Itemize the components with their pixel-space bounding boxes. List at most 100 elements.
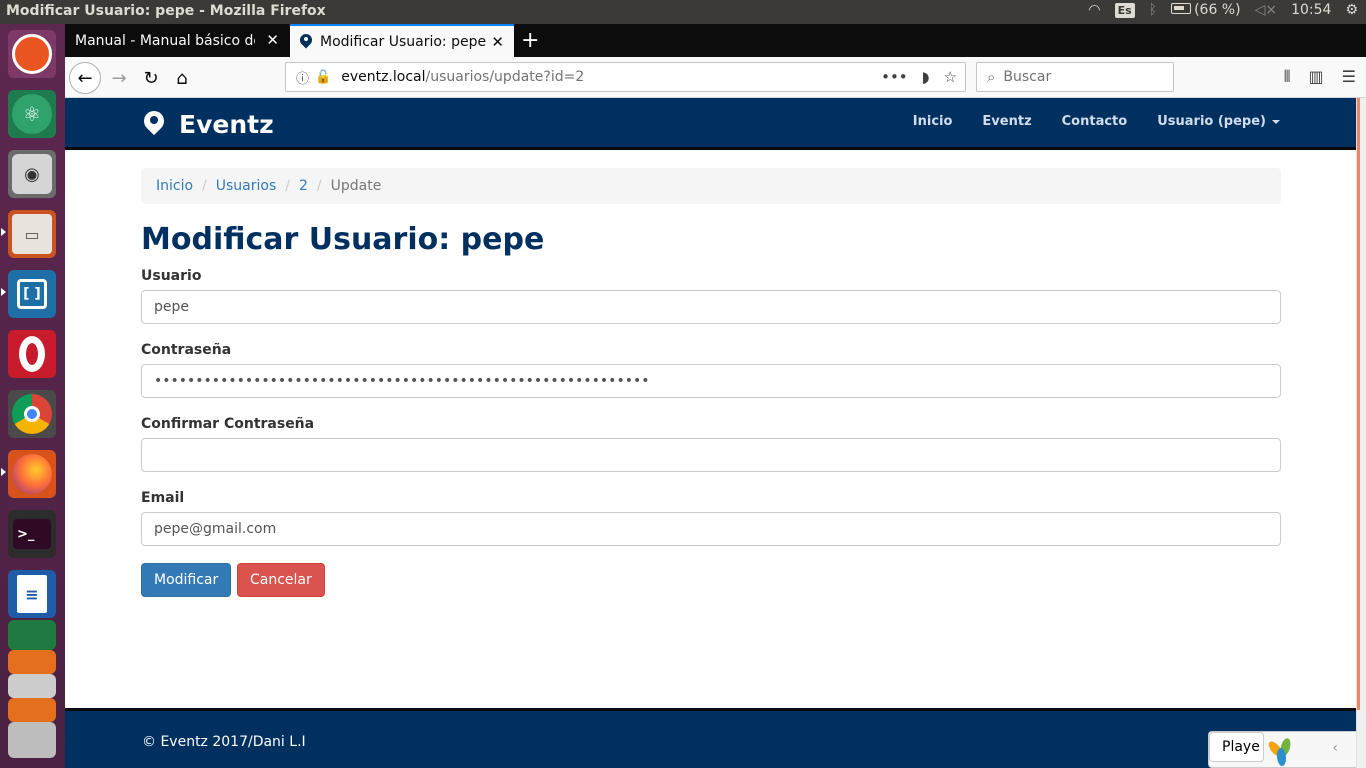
tab-label: Modificar Usuario: pepe — [320, 33, 487, 50]
unity-launcher: ⚛ ◉ ▭ [ ] >_ ≡ — [0, 24, 65, 768]
email-label: Email — [141, 490, 185, 506]
url-path: /usuarios/update?id=2 — [425, 69, 585, 85]
confirm-password-input[interactable] — [141, 438, 1281, 472]
bookmark-star-icon[interactable]: ☆ — [944, 68, 957, 86]
nav-link-eventz[interactable]: Eventz — [982, 114, 1031, 129]
yii-logo-icon[interactable] — [1266, 736, 1299, 767]
page-actions-button[interactable]: ••• — [881, 68, 908, 86]
nav-link-inicio[interactable]: Inicio — [913, 114, 953, 129]
browser-toolbar: ← → ↻ ⌂ ⓘ 🔓 eventz.local/usuarios/update… — [65, 57, 1366, 98]
password-label: Contraseña — [141, 342, 232, 358]
sidebar-icon[interactable]: ▥ — [1309, 67, 1324, 87]
battery-icon — [1171, 3, 1192, 14]
breadcrumb-separator: / — [202, 178, 207, 194]
camera-app-icon[interactable]: ◉ — [8, 150, 56, 198]
files-app-icon[interactable]: ▭ — [8, 210, 56, 258]
running-indicator — [1, 228, 6, 236]
opera-browser-icon[interactable] — [8, 330, 56, 378]
breadcrumb-usuarios[interactable]: Usuarios — [216, 178, 277, 194]
hamburger-menu-icon[interactable]: ☰ — [1342, 67, 1356, 87]
usuario-form-group: Usuario — [141, 268, 1281, 324]
battery-percentage: (66 %) — [1194, 2, 1241, 18]
site-navbar: Eventz Inicio Eventz Contacto Usuario (p… — [65, 98, 1356, 150]
url-actions: ••• ◗ ☆ — [881, 68, 957, 86]
tab-modificar-usuario[interactable]: Modificar Usuario: pepe ✕ — [290, 24, 514, 57]
page-title: Modificar Usuario: pepe — [141, 222, 545, 257]
volume-muted-icon[interactable]: ◁× — [1255, 2, 1278, 18]
ubuntu-dash-icon[interactable] — [8, 30, 56, 78]
running-indicator — [1, 468, 6, 476]
usuario-input[interactable] — [141, 290, 1281, 324]
user-dropdown[interactable]: Usuario (pepe) — [1157, 114, 1280, 129]
breadcrumb-inicio[interactable]: Inicio — [156, 178, 193, 194]
user-dropdown-label: Usuario (pepe) — [1157, 114, 1266, 129]
firefox-browser-icon[interactable] — [8, 450, 56, 498]
system-indicators: ◠ Es ᛒ (66 %) ◁× 10:54 ⚙ — [1088, 2, 1358, 18]
debug-toolbar-label[interactable]: Playe — [1209, 732, 1264, 762]
cancelar-button[interactable]: Cancelar — [237, 563, 325, 597]
tab-label: Manual - Manual básico de ( — [75, 32, 255, 49]
tab-manual[interactable]: Manual - Manual básico de ( ✕ — [65, 24, 289, 57]
close-icon[interactable]: ✕ — [491, 33, 504, 51]
search-placeholder: Buscar — [1003, 69, 1052, 85]
email-form-group: Email — [141, 490, 1281, 546]
info-icon[interactable]: ⓘ — [296, 68, 309, 87]
confirm-password-label: Confirmar Contraseña — [141, 416, 315, 432]
search-bar[interactable]: ⌕ Buscar — [976, 62, 1174, 92]
pocket-icon[interactable]: ◗ — [922, 68, 930, 86]
breadcrumb-user-id[interactable]: 2 — [299, 178, 308, 194]
password-input[interactable] — [141, 364, 1281, 398]
breadcrumb-separator: / — [316, 178, 322, 194]
keyboard-layout-indicator[interactable]: Es — [1114, 2, 1135, 18]
toolbar-right-actions: ⫴ ▥ ☰ — [1284, 67, 1356, 87]
battery-indicator[interactable]: (66 %) — [1171, 2, 1241, 18]
confirm-password-form-group: Confirmar Contraseña — [141, 416, 1281, 472]
yii-debug-toolbar[interactable]: Playe ‹ — [1208, 731, 1356, 768]
site-footer: © Eventz 2017/Dani L.I — [65, 708, 1356, 768]
chrome-browser-icon[interactable] — [8, 390, 56, 438]
map-pin-icon — [300, 34, 312, 49]
password-form-group: Contraseña — [141, 342, 1281, 398]
writer-app-icon[interactable]: ≡ — [8, 570, 56, 618]
gear-icon[interactable]: ⚙ — [1345, 2, 1358, 18]
clock[interactable]: 10:54 — [1291, 2, 1331, 18]
page-scrollbar[interactable] — [1356, 98, 1366, 768]
running-indicator — [1, 288, 6, 296]
site-menu: Inicio Eventz Contacto Usuario (pepe) — [913, 114, 1280, 129]
reload-button[interactable]: ↻ — [135, 62, 167, 94]
terminal-app-icon[interactable]: >_ — [8, 510, 56, 558]
caret-down-icon — [1272, 119, 1280, 124]
window-title: Modificar Usuario: pepe - Mozilla Firefo… — [6, 3, 326, 19]
atom-editor-icon[interactable]: ⚛ — [8, 90, 56, 138]
home-button[interactable]: ⌂ — [166, 62, 198, 94]
chevron-left-icon[interactable]: ‹ — [1332, 740, 1338, 756]
back-button[interactable]: ← — [69, 62, 101, 94]
insecure-lock-icon[interactable]: 🔓 — [315, 70, 331, 85]
library-icon[interactable]: ⫴ — [1284, 67, 1291, 87]
browser-tab-strip: Manual - Manual básico de ( ✕ Modificar … — [65, 24, 1366, 57]
close-icon[interactable]: ✕ — [266, 31, 279, 49]
search-icon: ⌕ — [987, 68, 996, 86]
system-top-panel: Modificar Usuario: pepe - Mozilla Firefo… — [0, 0, 1366, 24]
map-pin-icon — [143, 109, 165, 139]
nav-link-contacto[interactable]: Contacto — [1062, 114, 1128, 129]
breadcrumb: Inicio / Usuarios / 2 / Update — [141, 168, 1281, 204]
impress-app-icon[interactable] — [8, 698, 56, 722]
new-tab-button[interactable]: + — [521, 28, 539, 53]
url-host: eventz.local — [341, 69, 426, 85]
wifi-icon[interactable]: ◠ — [1088, 2, 1100, 18]
trash-icon[interactable] — [8, 722, 56, 758]
site-brand[interactable]: Eventz — [143, 109, 274, 139]
system-settings-icon[interactable] — [8, 674, 56, 698]
brackets-editor-icon[interactable]: [ ] — [8, 270, 56, 318]
software-center-icon[interactable] — [8, 650, 56, 674]
breadcrumb-current: Update — [330, 178, 382, 194]
brand-name: Eventz — [179, 109, 274, 139]
calc-app-icon[interactable] — [8, 620, 56, 650]
email-input[interactable] — [141, 512, 1281, 546]
url-bar[interactable]: ⓘ 🔓 eventz.local/usuarios/update?id=2 ••… — [285, 62, 966, 92]
forward-button[interactable]: → — [103, 62, 135, 94]
bluetooth-icon[interactable]: ᛒ — [1149, 2, 1157, 18]
modificar-button[interactable]: Modificar — [141, 563, 232, 597]
page-viewport: Eventz Inicio Eventz Contacto Usuario (p… — [65, 98, 1356, 768]
